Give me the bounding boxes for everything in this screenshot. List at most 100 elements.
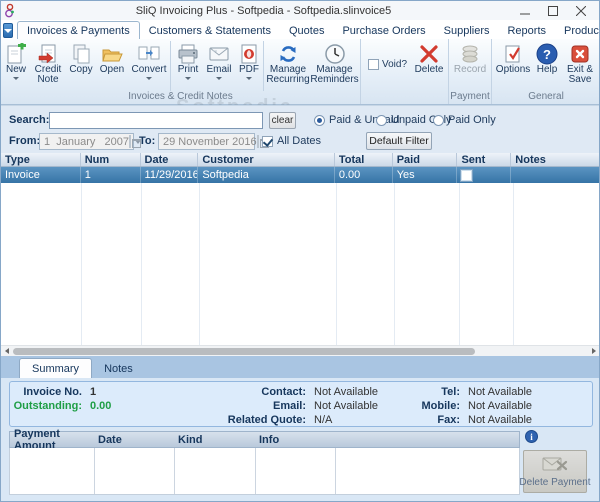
delete-button[interactable]: Delete xyxy=(411,41,447,91)
mobile-label: Mobile: xyxy=(421,400,461,412)
tab-customers-statements[interactable]: Customers & Statements xyxy=(140,22,280,39)
invoice-table-body[interactable] xyxy=(1,183,599,345)
new-button[interactable]: New xyxy=(2,41,30,91)
dropdown-arrow-icon xyxy=(216,77,222,80)
checkbox-icon xyxy=(368,59,379,70)
tab-suppliers[interactable]: Suppliers xyxy=(435,22,499,39)
scrollbar-thumb[interactable] xyxy=(13,347,475,355)
application-menu-button[interactable] xyxy=(3,23,13,38)
dropdown-arrow-icon xyxy=(13,77,19,80)
payments-table-body[interactable] xyxy=(9,448,520,495)
app-window: SliQ Invoicing Plus - Softpedia - Softpe… xyxy=(0,0,600,502)
tab-products-discounts[interactable]: Products & Discounts xyxy=(555,22,599,39)
close-button[interactable] xyxy=(567,2,595,19)
grid-column-line xyxy=(336,183,337,345)
copy-button[interactable]: Copy xyxy=(66,41,96,91)
to-date-picker[interactable]: 29 November 2016 xyxy=(158,133,269,150)
cell-total: 0.00 xyxy=(335,167,393,183)
invoice-no-value: 1 xyxy=(90,386,97,398)
open-button[interactable]: Open xyxy=(96,41,128,91)
ribbon-group-general: Options ? Help Exit & Save General xyxy=(492,39,599,104)
fax-value: Not Available xyxy=(468,414,533,426)
app-icon xyxy=(4,3,16,18)
convert-button[interactable]: Convert xyxy=(128,41,170,91)
minimize-button[interactable] xyxy=(511,2,539,19)
tab-purchase-orders[interactable]: Purchase Orders xyxy=(333,22,434,39)
grid-column-line xyxy=(459,183,460,345)
close-icon xyxy=(576,5,586,16)
manage-recurring-button[interactable]: Manage Recurring xyxy=(263,41,310,91)
window-controls xyxy=(511,2,595,19)
group-caption-payment: Payment xyxy=(450,91,490,102)
ribbon-group-invoices-credit-notes: New Credit Note Copy Open Convert Print … xyxy=(1,39,361,104)
radio-icon xyxy=(376,114,387,126)
tel-label: Tel: xyxy=(441,386,460,398)
mobile-value: Not Available xyxy=(468,400,533,412)
grid-column-line xyxy=(141,183,142,345)
credit-note-icon xyxy=(37,42,59,65)
exit-save-icon xyxy=(569,42,591,65)
scroll-right-arrow[interactable] xyxy=(588,346,599,357)
radio-paid-only[interactable]: Paid Only xyxy=(433,114,496,126)
invoice-row-selected[interactable]: Invoice 1 11/29/2016 Softpedia 0.00 Yes xyxy=(1,167,599,183)
email-button[interactable]: Email xyxy=(203,41,235,91)
column-header-type[interactable]: Type xyxy=(1,153,81,166)
delete-payment-button[interactable]: Delete Payment xyxy=(519,450,591,493)
cell-paid: Yes xyxy=(393,167,458,183)
column-header-paid[interactable]: Paid xyxy=(393,153,458,166)
search-input[interactable] xyxy=(49,112,263,129)
coins-icon xyxy=(459,42,481,65)
record-payment-button[interactable]: Record xyxy=(450,41,490,91)
credit-note-button[interactable]: Credit Note xyxy=(30,41,66,91)
calendar-icon xyxy=(129,135,142,148)
all-dates-checkbox[interactable]: All Dates xyxy=(262,135,321,147)
tab-notes[interactable]: Notes xyxy=(92,359,145,378)
void-checkbox[interactable]: Void? xyxy=(368,59,407,70)
info-icon[interactable]: i xyxy=(525,430,538,446)
checkbox-checked-icon xyxy=(262,135,273,147)
tab-reports[interactable]: Reports xyxy=(498,22,555,39)
recurring-arrows-icon xyxy=(276,42,300,65)
delete-payment-icon xyxy=(542,456,568,475)
help-button[interactable]: ? Help xyxy=(533,41,561,91)
tab-summary[interactable]: Summary xyxy=(19,358,93,378)
pdf-button[interactable]: PDF xyxy=(235,41,263,91)
options-button[interactable]: Options xyxy=(493,41,533,91)
column-header-customer[interactable]: Customer xyxy=(198,153,335,166)
default-filter-button[interactable]: Default Filter xyxy=(366,132,432,150)
email-value: Not Available xyxy=(314,400,379,412)
sent-checkbox[interactable] xyxy=(460,169,474,182)
related-quote-label: Related Quote: xyxy=(227,414,306,426)
ribbon-group-payment: Record Payment xyxy=(449,39,493,104)
scroll-left-arrow[interactable] xyxy=(1,346,12,357)
column-header-payment-date[interactable]: Date xyxy=(94,434,174,446)
invoice-no-label: Invoice No. xyxy=(23,386,82,398)
email-label: Email: xyxy=(272,400,306,412)
print-button[interactable]: Print xyxy=(170,41,203,91)
invoice-table-header: Type Num Date Customer Total Paid Sent N… xyxy=(1,153,599,167)
from-date-picker[interactable]: 1 January 2007 xyxy=(39,133,142,150)
fax-label: Fax: xyxy=(437,414,460,426)
exit-save-button[interactable]: Exit & Save xyxy=(561,41,599,91)
arrow-right-icon xyxy=(591,348,596,354)
open-folder-icon xyxy=(101,42,123,65)
pdf-icon xyxy=(238,42,260,65)
maximize-button[interactable] xyxy=(539,2,567,19)
cell-customer: Softpedia xyxy=(198,167,335,183)
payments-column-line xyxy=(174,448,175,494)
clear-search-button[interactable]: clear xyxy=(269,112,296,129)
column-header-notes[interactable]: Notes xyxy=(511,153,599,166)
column-header-info[interactable]: Info xyxy=(255,434,335,446)
column-header-kind[interactable]: Kind xyxy=(174,434,255,446)
chevron-down-icon xyxy=(4,28,12,33)
horizontal-scrollbar[interactable] xyxy=(1,345,599,356)
tab-invoices-payments[interactable]: Invoices & Payments xyxy=(17,21,140,39)
cell-sent xyxy=(457,167,512,183)
outstanding-label: Outstanding: xyxy=(13,400,82,412)
column-header-date[interactable]: Date xyxy=(141,153,199,166)
column-header-total[interactable]: Total xyxy=(335,153,393,166)
tab-quotes[interactable]: Quotes xyxy=(280,22,333,39)
column-header-num[interactable]: Num xyxy=(81,153,141,166)
manage-reminders-button[interactable]: Manage Reminders xyxy=(310,41,359,91)
column-header-sent[interactable]: Sent xyxy=(457,153,512,166)
